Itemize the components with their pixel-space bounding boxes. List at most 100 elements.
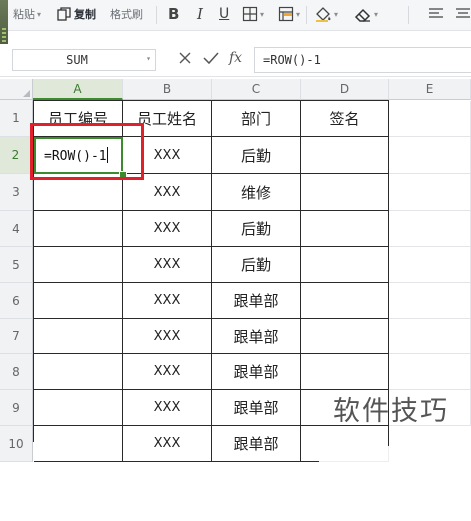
column-header-b[interactable]: B (123, 79, 212, 100)
cell-c8[interactable]: 跟单部 (212, 354, 301, 390)
highlight-box (30, 123, 144, 180)
column-header-e[interactable]: E (389, 79, 471, 100)
clear-button[interactable]: ▾ (354, 3, 378, 25)
cell-b4[interactable]: XXX (123, 211, 212, 247)
insert-function-button[interactable]: fx (229, 50, 242, 66)
cell-c9[interactable]: 跟单部 (212, 390, 301, 426)
column-header-d[interactable]: D (301, 79, 389, 100)
chevron-down-icon: ▾ (296, 9, 301, 19)
underline-icon: U (219, 6, 230, 22)
spreadsheet-grid: A B C D E 1 2 3 4 5 6 7 8 9 10 员工编号 员工姓名… (0, 79, 471, 521)
cell-a10[interactable] (34, 426, 123, 462)
cell-a5[interactable] (34, 247, 123, 283)
cell-e5[interactable] (389, 247, 471, 283)
copy-button[interactable]: 复制 (57, 3, 96, 25)
toolbar-divider (306, 6, 307, 24)
row-header-5[interactable]: 5 (0, 247, 33, 283)
row-header-4[interactable]: 4 (0, 211, 33, 247)
cell-d7[interactable] (301, 319, 389, 354)
underline-button[interactable]: U (219, 3, 229, 25)
cell-b7[interactable]: XXX (123, 319, 212, 354)
cell-b9[interactable]: XXX (123, 390, 212, 426)
cell-a9[interactable] (34, 390, 123, 426)
cell-c6[interactable]: 跟单部 (212, 283, 301, 319)
name-box[interactable]: SUM ▾ (12, 49, 156, 71)
row-header-8[interactable]: 8 (0, 354, 33, 390)
cell-b5[interactable]: XXX (123, 247, 212, 283)
borders-button[interactable]: ▾ (242, 3, 264, 25)
cell-a8[interactable] (34, 354, 123, 390)
cell-d3[interactable] (301, 174, 389, 211)
format-painter-label: 格式刷 (110, 8, 143, 21)
paste-button[interactable]: 粘贴 ▾ (13, 3, 41, 25)
align-center-button[interactable] (455, 3, 471, 25)
copy-icon (57, 7, 71, 21)
cancel-icon[interactable] (178, 50, 192, 69)
chevron-down-icon: ▾ (37, 9, 42, 19)
cell-e4[interactable] (389, 211, 471, 247)
cell-d5[interactable] (301, 247, 389, 283)
cell-c1[interactable]: 部门 (212, 101, 301, 137)
align-center-icon (455, 7, 471, 21)
name-box-value: SUM (66, 53, 88, 67)
watermark-backdrop (319, 446, 471, 521)
chevron-down-icon[interactable]: ▾ (146, 54, 151, 63)
select-all-corner[interactable] (0, 79, 33, 100)
italic-icon: I (197, 5, 203, 23)
borders-icon (242, 6, 258, 22)
format-painter-button[interactable]: 格式刷 (110, 3, 143, 25)
cell-style-icon (278, 6, 294, 22)
column-header-c[interactable]: C (212, 79, 301, 100)
row-header-1[interactable]: 1 (0, 100, 33, 137)
formula-bar: SUM ▾ fx =ROW()-1 (0, 44, 471, 77)
cell-e2[interactable] (389, 137, 471, 174)
cell-b6[interactable]: XXX (123, 283, 212, 319)
chevron-down-icon: ▾ (374, 9, 379, 19)
cell-c7[interactable]: 跟单部 (212, 319, 301, 354)
chevron-down-icon: ▾ (260, 9, 265, 19)
italic-button[interactable]: I (197, 3, 203, 25)
ribbon-toolbar: 粘贴 ▾ 复制 格式刷 B I U ▾ ▾ ▾ ▾ (0, 0, 471, 74)
row-header-9[interactable]: 9 (0, 390, 33, 426)
cell-b8[interactable]: XXX (123, 354, 212, 390)
cell-e7[interactable] (389, 319, 471, 354)
cell-d1[interactable]: 签名 (301, 101, 389, 137)
paste-label: 粘贴 (13, 8, 35, 21)
column-header-a[interactable]: A (33, 79, 123, 100)
cell-c4[interactable]: 后勤 (212, 211, 301, 247)
bold-button[interactable]: B (168, 3, 179, 25)
align-button[interactable] (428, 3, 444, 25)
cell-a7[interactable] (34, 319, 123, 354)
bold-icon: B (168, 5, 180, 23)
cell-d8[interactable] (301, 354, 389, 390)
cell-c3[interactable]: 维修 (212, 174, 301, 211)
row-header-6[interactable]: 6 (0, 283, 33, 319)
cell-e3[interactable] (389, 174, 471, 211)
row-header-7[interactable]: 7 (0, 319, 33, 354)
cell-d6[interactable] (301, 283, 389, 319)
formula-input[interactable]: =ROW()-1 (254, 47, 471, 73)
cell-e6[interactable] (389, 283, 471, 319)
fill-color-button[interactable]: ▾ (314, 3, 338, 25)
row-header-3[interactable]: 3 (0, 174, 33, 211)
watermark: 软件技巧 (333, 396, 449, 427)
confirm-icon[interactable] (203, 50, 219, 69)
cell-a4[interactable] (34, 211, 123, 247)
cell-style-button[interactable]: ▾ (278, 3, 300, 25)
align-left-icon (428, 7, 444, 21)
cell-c5[interactable]: 后勤 (212, 247, 301, 283)
cell-b10[interactable]: XXX (123, 426, 212, 462)
chevron-down-icon: ▾ (334, 9, 339, 19)
table-border-top (33, 100, 389, 101)
row-header-10[interactable]: 10 (0, 426, 33, 462)
cell-a6[interactable] (34, 283, 123, 319)
fill-bucket-icon (314, 5, 332, 23)
cell-e1[interactable] (389, 101, 471, 137)
row-header-2[interactable]: 2 (0, 137, 33, 174)
cell-d2[interactable] (301, 137, 389, 174)
cell-c2[interactable]: 后勤 (212, 137, 301, 174)
cell-e8[interactable] (389, 354, 471, 390)
cell-c10[interactable]: 跟单部 (212, 426, 301, 462)
cell-d4[interactable] (301, 211, 389, 247)
toolbar-divider (156, 6, 157, 24)
